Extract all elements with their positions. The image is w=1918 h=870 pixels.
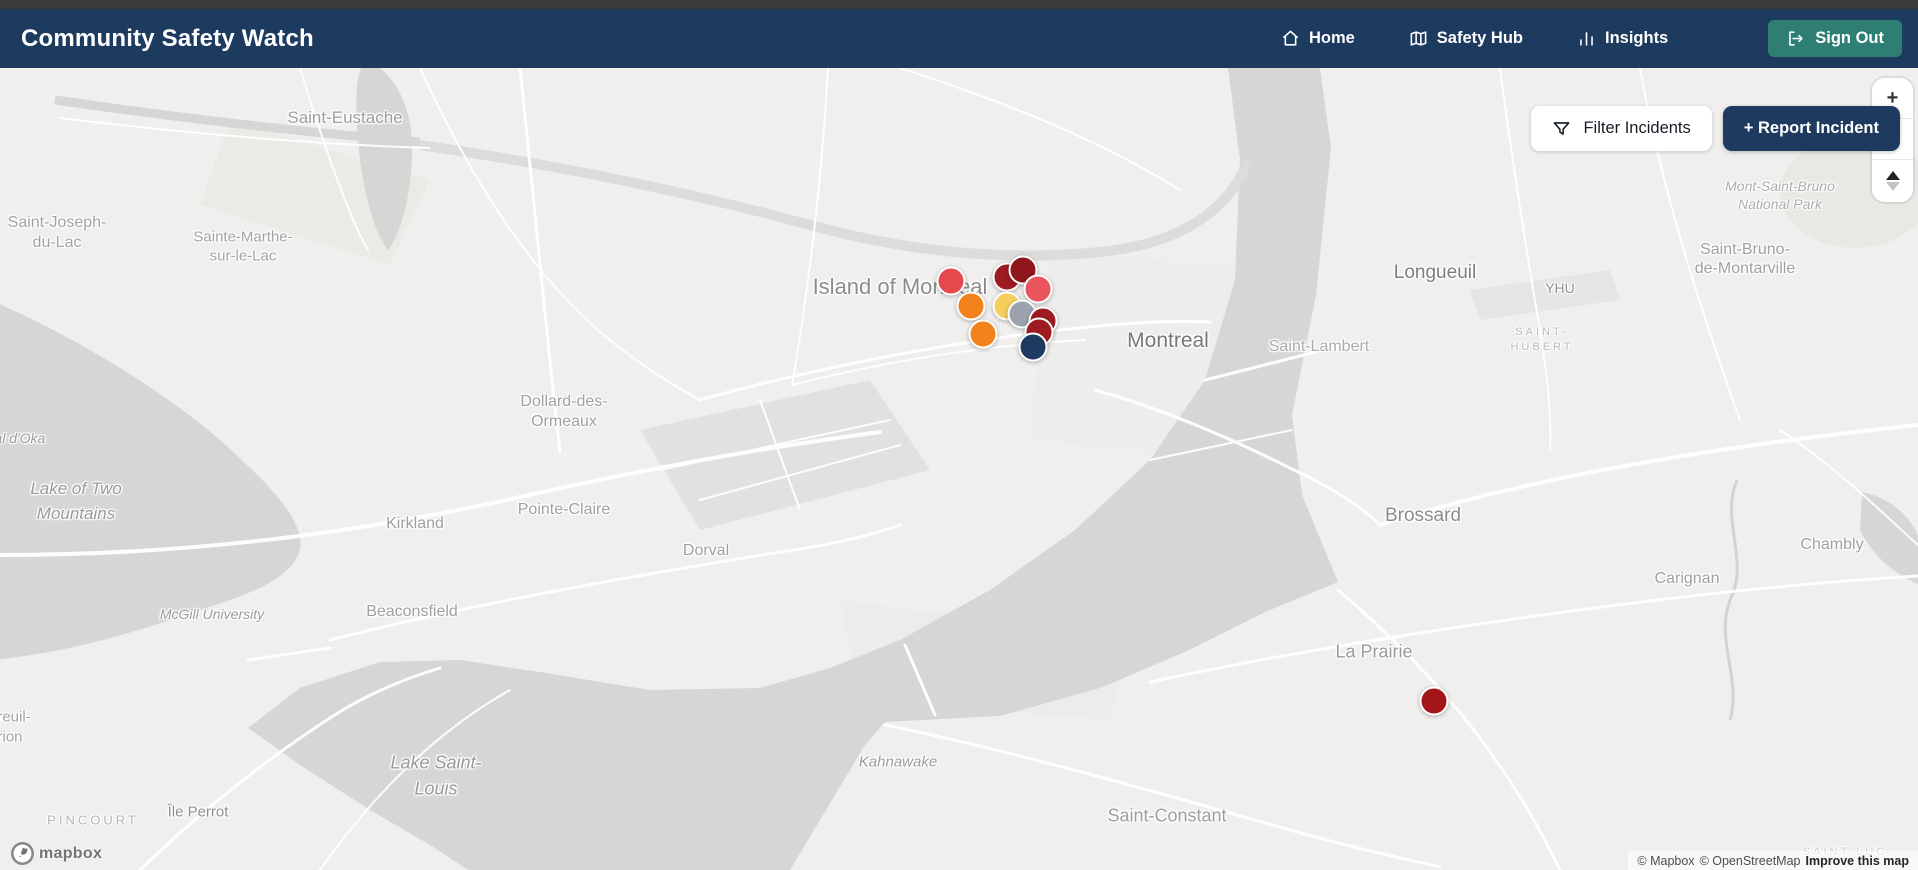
map-place-label: Beaconsfield (366, 603, 458, 620)
filter-incidents-label: Filter Incidents (1583, 119, 1691, 137)
map-place-label: Saint-Joseph- (7, 214, 107, 231)
map-place-label: National Park (1737, 196, 1823, 212)
map-place-label: rion (0, 728, 23, 746)
map-place-label: sur-le-Lac (209, 247, 277, 265)
map-place-label: Carignan (1654, 570, 1720, 587)
map-place-label: La Prairie (1335, 641, 1413, 662)
map-place-label: SAINT- (1515, 326, 1569, 338)
sign-out-button[interactable]: Sign Out (1768, 20, 1902, 57)
map-place-label: Saint-Lambert (1268, 338, 1370, 355)
map-place-label: nal d'Oka (0, 430, 46, 446)
compass-button[interactable] (1872, 160, 1913, 202)
map-icon (1410, 31, 1427, 46)
improve-this-map-link[interactable]: Improve this map (1806, 854, 1910, 868)
map-place-label: Mont-Saint-Bruno (1725, 178, 1835, 194)
map-place-label: du-Lac (32, 234, 82, 251)
map-place-label: Louis (414, 778, 458, 799)
map-place-label: Saint-Bruno- (1700, 241, 1790, 258)
funnel-icon (1554, 122, 1570, 135)
mapbox-icon (11, 842, 34, 865)
map-place-label: HUBERT (1510, 341, 1574, 353)
nav-item-safety-hub[interactable]: Safety Hub (1409, 29, 1523, 48)
incident-marker[interactable] (936, 266, 966, 296)
map-place-label: Pointe-Claire (517, 501, 611, 518)
map-place-label: Île Perrot (167, 803, 229, 821)
map-place-label: Brossard (1384, 505, 1462, 526)
nav-item-home[interactable]: Home (1281, 29, 1355, 48)
mapbox-logo[interactable]: mapbox (10, 841, 102, 866)
attribution-mapbox-link[interactable]: © Mapbox (1637, 854, 1694, 868)
incident-marker[interactable] (968, 319, 998, 349)
window-top-strip (0, 0, 1918, 9)
filter-incidents-button[interactable]: Filter Incidents (1531, 106, 1712, 151)
map-place-label: Saint-Eustache (287, 108, 403, 127)
header-nav: Home Safety Hub Insights Sign Out (1281, 20, 1902, 57)
compass-down-icon (1885, 182, 1900, 191)
bar-chart-icon (1580, 32, 1593, 46)
report-incident-button[interactable]: + Report Incident (1722, 106, 1900, 151)
map-place-label: Lake of Two (30, 479, 122, 498)
map-place-label: Longueuil (1393, 262, 1477, 283)
map-place-label: Kahnawake (858, 753, 938, 771)
map-place-label: Dorval (682, 542, 730, 559)
mapbox-wordmark: mapbox (39, 844, 103, 862)
app-title: Community Safety Watch (21, 24, 314, 52)
nav-label-home: Home (1308, 29, 1355, 47)
app-header: Community Safety Watch Home Safety Hub I… (0, 9, 1918, 68)
map-attribution: © Mapbox © OpenStreetMap Improve this ma… (1628, 851, 1918, 870)
incident-marker[interactable] (1018, 332, 1048, 362)
map-place-label: reuil- (0, 708, 31, 726)
map-place-label: PINCOURT (47, 812, 139, 828)
attribution-osm-link[interactable]: © OpenStreetMap (1700, 854, 1801, 868)
logout-icon (1789, 31, 1803, 46)
map-place-label: Kirkland (386, 515, 444, 532)
compass-up-icon (1885, 171, 1900, 180)
map-place-label: Saint-Constant (1107, 805, 1227, 826)
map-place-label: Montreal (1127, 329, 1209, 352)
incident-marker[interactable] (1023, 274, 1053, 304)
incident-marker[interactable] (956, 291, 986, 321)
nav-label-safety-hub: Safety Hub (1436, 29, 1523, 47)
sign-out-label: Sign Out (1815, 29, 1884, 47)
map-place-label: de-Montarville (1694, 260, 1796, 277)
map[interactable]: Saint-Eustache Saint-Joseph-du-Lac Sainte-… (0, 0, 1918, 870)
map-place-label: Ormeaux (531, 413, 597, 430)
map-place-label: Lake Saint- (390, 752, 482, 773)
home-icon (1282, 30, 1299, 46)
map-place-label: Chambly (1800, 536, 1864, 553)
map-place-label: YHU (1545, 280, 1575, 296)
map-place-label: Sainte-Marthe- (193, 228, 293, 246)
nav-item-insights[interactable]: Insights (1577, 29, 1668, 48)
nav-label-insights: Insights (1604, 29, 1669, 47)
map-place-label: McGill University (159, 606, 265, 622)
map-place-label: Mountains (36, 504, 116, 523)
incident-marker[interactable] (1419, 686, 1449, 716)
map-place-label: Dollard-des- (520, 393, 608, 410)
